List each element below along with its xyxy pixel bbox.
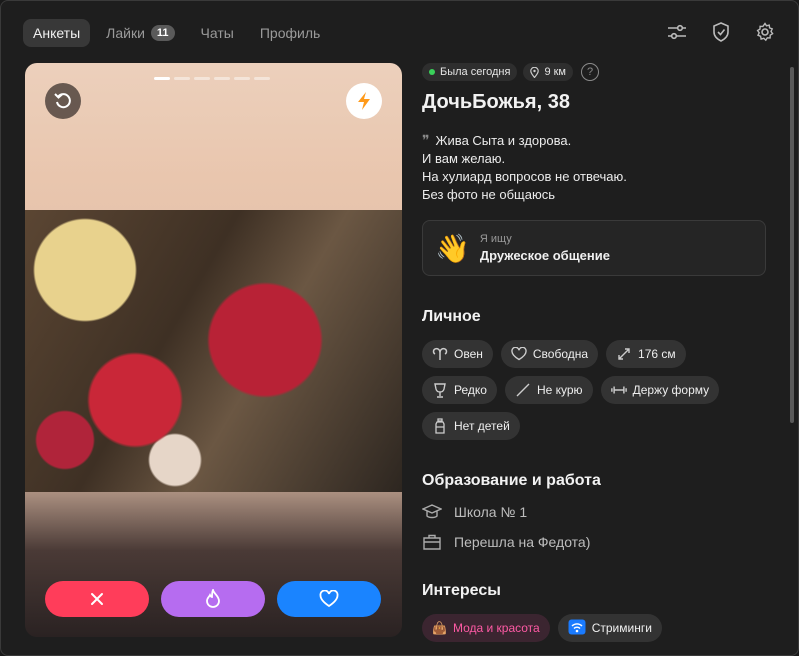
photo-dot[interactable] [154, 77, 170, 80]
app-window: Анкеты Лайки 11 Чаты Профиль Была сегодн… [0, 0, 799, 656]
bio-line: И вам желаю. [422, 151, 506, 166]
boost-button[interactable] [346, 83, 382, 119]
distance-text: 9 км [544, 66, 566, 78]
undo-button[interactable] [45, 83, 81, 119]
expand-arrows-icon [616, 346, 632, 362]
chip-label: Свободна [532, 347, 589, 361]
dislike-button[interactable] [45, 581, 149, 617]
like-button[interactable] [277, 581, 381, 617]
personal-section-title: Личное [422, 308, 481, 325]
photo-dot[interactable] [174, 77, 190, 80]
aries-icon [432, 346, 448, 362]
looking-for-card: 👋 Я ищу Дружеское общение [422, 220, 766, 276]
heart-icon [319, 590, 339, 608]
chip-children: Нет детей [422, 412, 520, 440]
help-icon[interactable]: ? [581, 63, 599, 81]
chip-smoking: Не курю [504, 376, 593, 404]
chip-height: 176 см [606, 340, 686, 368]
chip-label: Нет детей [454, 419, 510, 433]
education-work: Перешла на Федота) [454, 534, 591, 550]
education-work-row: Перешла на Федота) [422, 534, 772, 550]
chip-label: 176 см [638, 347, 676, 361]
profile-bio: ❞ Жива Сыта и здорова. И вам желаю. На ху… [422, 132, 772, 204]
interests-section-title: Интересы [422, 582, 501, 599]
photo-pagination [154, 77, 270, 80]
chip-fitness: Держу форму [600, 376, 720, 404]
flame-icon [206, 589, 220, 608]
online-dot [429, 69, 435, 75]
chip-label: Редко [454, 383, 487, 397]
online-status-badge: Была сегодня [422, 63, 518, 81]
shopping-bag-icon: 👜 [432, 621, 447, 635]
briefcase-icon [423, 534, 441, 550]
profile-photo [25, 210, 402, 492]
lightning-icon [358, 92, 370, 110]
tab-profiles[interactable]: Анкеты [23, 19, 91, 47]
photo-dot[interactable] [194, 77, 210, 80]
superlike-button[interactable] [161, 581, 265, 617]
looking-for-label: Я ищу [479, 233, 512, 245]
chip-zodiac: Овен [422, 340, 493, 368]
dumbbell-icon [610, 382, 627, 398]
chip-label: Овен [454, 347, 483, 361]
chip-label: Держу форму [632, 383, 710, 397]
photo-dot[interactable] [214, 77, 230, 80]
status-text: Была сегодня [440, 66, 511, 78]
tab-label: Лайки [106, 25, 145, 41]
close-icon [91, 593, 103, 605]
gear-icon[interactable] [754, 21, 776, 43]
profile-details: Была сегодня 9 км ? ДочьБожья, 38 ❞ Жива … [422, 63, 772, 655]
tab-label: Профиль [259, 25, 321, 41]
education-school-row: Школа № 1 [422, 504, 772, 520]
streaming-icon [568, 619, 586, 638]
bio-line: Без фото не общаюсь [422, 187, 555, 202]
personal-chips: Овен Свободна 176 см Редко Не курю Держу… [422, 340, 762, 440]
heart-outline-icon [511, 346, 527, 362]
looking-for-value: Дружеское общение [479, 248, 610, 263]
tab-profile[interactable]: Профиль [250, 19, 330, 47]
profile-photo-card[interactable] [25, 63, 402, 637]
chip-alcohol: Редко [422, 376, 497, 404]
top-nav: Анкеты Лайки 11 Чаты Профиль [23, 19, 330, 47]
photo-dot[interactable] [234, 77, 250, 80]
profile-name: ДочьБожья, 38 [422, 91, 570, 113]
photo-dot[interactable] [254, 77, 270, 80]
interests-chips: 👜 Мода и красота Стриминги [422, 614, 762, 642]
bio-line: Жива Сыта и здорова. [435, 133, 572, 148]
interest-label: Мода и красота [452, 621, 540, 635]
distance-badge: 9 км [523, 63, 573, 81]
graduation-cap-icon [422, 504, 442, 519]
tab-label: Чаты [200, 25, 234, 41]
bio-line: На хулиард вопросов не отвечаю. [422, 169, 627, 184]
tab-chats[interactable]: Чаты [191, 19, 244, 47]
waving-hand-icon: 👋 [435, 232, 470, 264]
quote-icon: ❞ [422, 133, 430, 149]
tab-likes[interactable]: Лайки 11 [96, 19, 184, 47]
swipe-actions [45, 581, 381, 617]
interest-chip-fashion: 👜 Мода и красота [422, 614, 550, 642]
chip-label: Не курю [536, 383, 583, 397]
top-icons [666, 21, 776, 43]
likes-count-badge: 11 [150, 25, 175, 41]
filters-icon[interactable] [666, 21, 688, 43]
undo-icon [54, 93, 71, 109]
scrollbar[interactable] [790, 67, 794, 423]
tab-label: Анкеты [33, 25, 81, 41]
education-school: Школа № 1 [454, 504, 528, 520]
glass-icon [432, 382, 448, 398]
interest-chip-streaming: Стриминги [557, 614, 662, 642]
interest-label: Стриминги [591, 621, 652, 635]
baby-bottle-icon [432, 418, 448, 434]
location-pin-icon [530, 66, 540, 78]
education-section-title: Образование и работа [422, 472, 601, 489]
status-row: Была сегодня 9 км ? [422, 63, 772, 81]
no-smoking-icon [515, 382, 531, 398]
shield-icon[interactable] [710, 21, 732, 43]
chip-relationship: Свободна [500, 340, 599, 368]
